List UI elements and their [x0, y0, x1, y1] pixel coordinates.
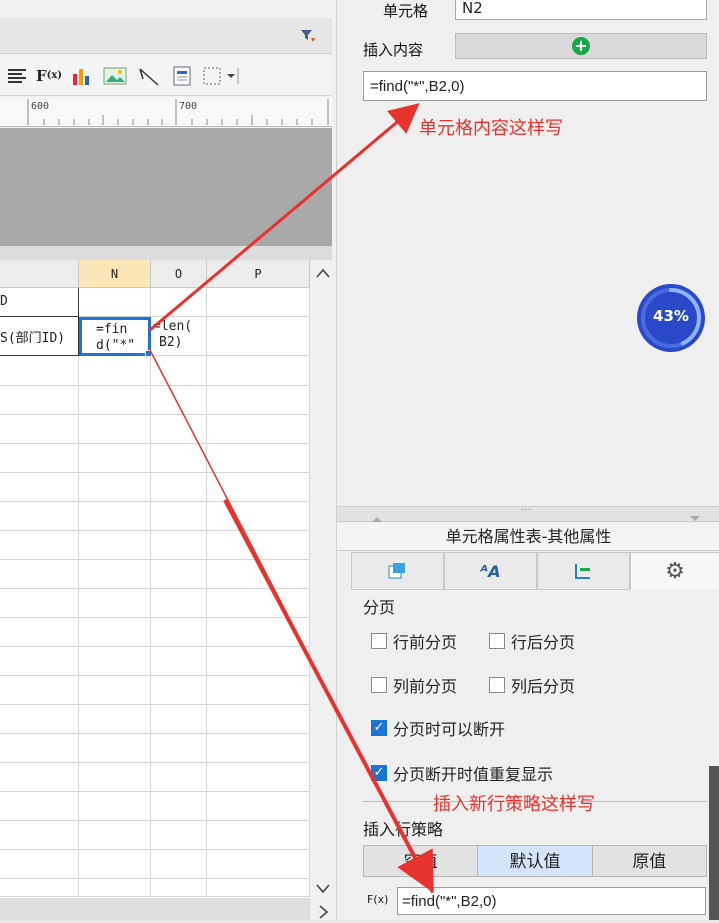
checkbox-before-col[interactable]	[371, 677, 387, 693]
cell-row1-p[interactable]	[207, 288, 310, 317]
cell-row1-a[interactable]: D	[0, 288, 79, 317]
toolbar: F (x)	[0, 56, 332, 96]
strategy-empty-button[interactable]: 空值	[364, 846, 479, 876]
formula-icon[interactable]: F (x)	[34, 63, 64, 89]
splitter-grip: ···	[521, 503, 532, 516]
insert-strategy-label: 插入行策略	[363, 820, 444, 839]
checkbox-after-col[interactable]	[489, 677, 505, 693]
insert-content-button[interactable]: +	[455, 33, 707, 59]
ruler-label-700: 700	[179, 101, 198, 112]
cell-row2-p[interactable]	[207, 317, 310, 356]
tab-other[interactable]: ⚙	[629, 552, 719, 589]
strategy-segmented: 空值 默认值 原值	[363, 845, 707, 877]
column-header-n[interactable]: N	[79, 260, 151, 288]
horizontal-scrollbar[interactable]	[0, 898, 310, 920]
design-canvas-edge	[0, 246, 332, 260]
properties-scrollbar[interactable]	[709, 766, 719, 920]
cell-label: 单元格	[383, 2, 429, 20]
properties-tab-bar: ᴬA ⚙	[351, 552, 719, 590]
checkbox-before-row[interactable]	[371, 633, 387, 649]
add-icon: +	[572, 37, 590, 55]
option-label: 行前分页	[393, 633, 458, 652]
cell-n2-line1: =fin	[96, 322, 128, 337]
pagination-section-label: 分页	[363, 598, 396, 617]
vertical-scrollbar[interactable]	[310, 260, 336, 920]
filter-icon[interactable]	[300, 28, 316, 44]
option-label: 分页时可以断开	[393, 720, 506, 739]
designer-tab-bar	[0, 18, 332, 54]
option-page-break-before-row[interactable]: 行前分页	[371, 629, 457, 653]
subreport-icon[interactable]	[168, 63, 196, 89]
cell-row1-o[interactable]	[151, 288, 207, 317]
cell-row1-n[interactable]	[79, 288, 151, 317]
properties-title: 单元格属性表-其他属性	[337, 523, 719, 551]
annotation-cell-content: 单元格内容这样写	[419, 118, 563, 139]
option-label: 列后分页	[511, 677, 576, 696]
option-can-break[interactable]: ✓ 分页时可以断开	[371, 716, 505, 740]
column-header-o[interactable]: O	[151, 260, 207, 288]
cell-o2-line1: =len(	[153, 319, 193, 334]
option-label: 行后分页	[511, 633, 576, 652]
checkbox-can-break[interactable]: ✓	[371, 720, 387, 736]
progress-text: 43%	[653, 307, 689, 325]
option-label: 分页断开时值重复显示	[393, 765, 554, 784]
align-icon[interactable]	[4, 63, 30, 89]
option-repeat-on-break[interactable]: ✓ 分页断开时值重复显示	[371, 761, 553, 785]
cell-o2-line2: B2)	[159, 335, 183, 350]
properties-pane: 单元格 N2 插入内容 + =find("*",B2,0) 单元格内容这样写 4…	[336, 0, 719, 920]
annotation-insert-strategy: 插入新行策略这样写	[433, 794, 595, 815]
ruler-label-600: 600	[31, 101, 50, 112]
option-label: 列前分页	[393, 677, 458, 696]
horizontal-ruler: 600 700	[0, 97, 332, 127]
border-style-icon	[575, 564, 591, 579]
gear-icon: ⚙	[665, 558, 685, 584]
chart-icon[interactable]	[68, 63, 96, 89]
progress-indicator[interactable]: 43%	[635, 282, 707, 354]
tab-font[interactable]: ᴬA	[443, 552, 537, 590]
scroll-up-icon[interactable]	[316, 266, 330, 282]
strategy-default-button[interactable]: 默认值	[478, 846, 593, 876]
option-page-break-after-row[interactable]: 行后分页	[489, 629, 575, 653]
column-header-p[interactable]: P	[207, 260, 310, 288]
spreadsheet-grid[interactable]: N O P D S(部门ID) =fin d("*" =len( B2)	[0, 260, 310, 920]
report-designer-pane: F (x) 600 700 N O P D S(部门ID) =fin d("*"…	[0, 0, 336, 920]
scroll-down-icon[interactable]	[316, 882, 330, 898]
strategy-original-button[interactable]: 原值	[592, 846, 706, 876]
fx-button[interactable]: F(x)	[367, 893, 388, 906]
border-icon[interactable]	[200, 63, 242, 89]
cell-formula-field[interactable]: =find("*",B2,0)	[363, 71, 707, 101]
strategy-formula-field[interactable]: =find("*",B2,0)	[397, 887, 706, 915]
cell-row2-a[interactable]: S(部门ID)	[0, 317, 79, 356]
checkbox-after-row[interactable]	[489, 633, 505, 649]
cell-row2-o[interactable]: =len( B2)	[151, 317, 207, 356]
tab-border[interactable]	[536, 552, 630, 590]
cell-row2-n[interactable]: =fin d("*"	[79, 317, 151, 356]
option-page-break-before-col[interactable]: 列前分页	[371, 673, 457, 697]
column-header-blank	[0, 260, 79, 288]
line-icon[interactable]	[134, 63, 164, 89]
checkbox-repeat[interactable]: ✓	[371, 765, 387, 781]
design-canvas	[0, 128, 332, 246]
cell-name-field[interactable]: N2	[455, 0, 707, 20]
image-icon[interactable]	[100, 63, 130, 89]
cell-n2-line2: d("*"	[96, 338, 136, 353]
insert-content-label: 插入内容	[363, 41, 424, 59]
tab-style[interactable]	[351, 552, 444, 590]
style-icon	[388, 563, 406, 579]
panel-splitter[interactable]: ···	[337, 503, 719, 522]
empty-grid-lines	[0, 356, 310, 897]
option-page-break-after-col[interactable]: 列后分页	[489, 673, 575, 697]
scroll-right-icon[interactable]	[319, 905, 329, 923]
font-icon: ᴬA	[480, 561, 501, 581]
